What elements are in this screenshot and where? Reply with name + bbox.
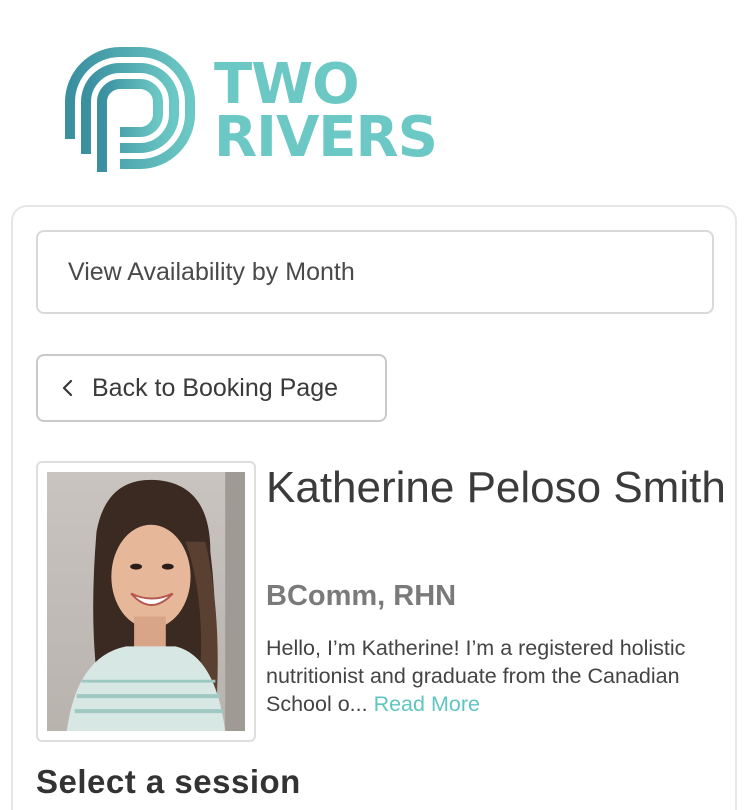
two-rivers-logo-icon	[65, 47, 195, 172]
back-button-label: Back to Booking Page	[92, 373, 338, 402]
practitioner-credentials: BComm, RHN	[266, 580, 457, 612]
practitioner-name: Katherine Peloso Smith	[266, 463, 726, 512]
page: TWO RIVERS View Availability by Month Ba…	[0, 0, 750, 810]
chevron-left-icon	[62, 379, 73, 397]
availability-select-label: View Availability by Month	[68, 257, 355, 286]
select-session-heading: Select a session	[36, 763, 301, 800]
read-more-link[interactable]: Read More	[374, 692, 480, 716]
logo-line-1: TWO	[214, 52, 360, 117]
profile-photo-frame	[36, 461, 256, 742]
logo-line-2: RIVERS	[214, 105, 438, 171]
practitioner-bio: Hello, I’m Katherine! I’m a registered h…	[266, 634, 736, 718]
logo-wordmark: TWO RIVERS	[214, 52, 438, 171]
availability-month-select[interactable]: View Availability by Month	[36, 230, 714, 314]
back-to-booking-button[interactable]: Back to Booking Page	[36, 354, 387, 422]
two-rivers-logo[interactable]: TWO RIVERS	[62, 44, 438, 184]
profile-photo	[47, 472, 245, 731]
